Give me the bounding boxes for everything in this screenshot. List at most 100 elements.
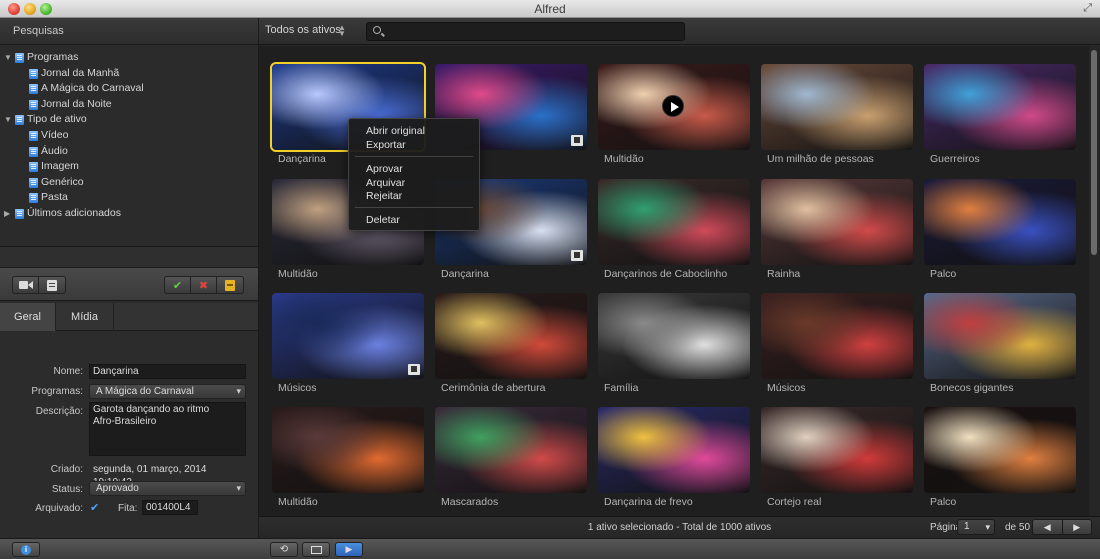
description-textarea[interactable]: Garota dançando ao ritmo Afro-Brasileiro <box>89 402 246 456</box>
tree-item-tipo-de-ativo[interactable]: ▼ Tipo de ativo <box>0 112 258 128</box>
asset-thumbnail[interactable] <box>272 293 424 379</box>
smart-folder-icon <box>15 53 24 63</box>
asset-caption: Rainha <box>767 268 801 280</box>
status-label: Status: <box>51 484 83 495</box>
smart-folder-icon <box>15 115 24 126</box>
approve-button[interactable]: ✔ <box>165 277 191 293</box>
arrow-left-icon: ◀ <box>1043 521 1051 532</box>
clip-badge-icon <box>571 250 583 261</box>
menu-item-delete[interactable]: Deletar <box>366 214 400 226</box>
view-mode-group <box>12 276 66 294</box>
archived-checkbox[interactable]: ✔ <box>90 503 100 514</box>
smart-folder-icon <box>29 177 38 188</box>
menu-separator <box>355 156 473 157</box>
tree-item-video[interactable]: Vídeo <box>0 128 258 144</box>
asset-caption: Um milhão de pessoas <box>767 153 874 165</box>
smart-folder-icon <box>29 99 38 110</box>
menu-item-export[interactable]: Exportar <box>366 139 406 151</box>
programs-label: Programas: <box>31 386 83 397</box>
smart-folder-icon <box>15 208 24 219</box>
search-tree: ▼ Programas Jornal da Manhã A Mágica do … <box>0 46 258 244</box>
screen-icon <box>310 545 322 554</box>
asset-caption: Palco <box>930 496 957 508</box>
tree-item-programas[interactable]: ▼ Programas <box>0 50 258 66</box>
tree-item-ultimos-adicionados[interactable]: ▶ Últimos adicionados <box>0 206 258 222</box>
preview-button[interactable] <box>302 542 330 557</box>
asset-thumbnail[interactable] <box>598 179 750 265</box>
smart-folder-icon <box>29 68 38 79</box>
inspector-tabs: Geral Mídia <box>0 303 258 331</box>
status-select[interactable]: Aprovado <box>89 481 246 496</box>
asset-thumbnail[interactable] <box>761 293 913 379</box>
sidebar-footer-bar <box>0 246 258 268</box>
bottom-bar: i ⟲ ▶ <box>0 538 1100 559</box>
asset-thumbnail[interactable] <box>598 64 750 150</box>
disclosure-collapsed-icon[interactable]: ▶ <box>4 206 10 222</box>
disclosure-expanded-icon[interactable]: ▼ <box>4 50 12 66</box>
tab-geral[interactable]: Geral <box>0 303 56 331</box>
menu-item-archive[interactable]: Arquivar <box>366 177 405 189</box>
asset-caption: Dançarinos de Caboclinho <box>604 268 728 280</box>
asset-thumbnail[interactable] <box>924 293 1076 379</box>
tree-item-jornal-da-manha[interactable]: Jornal da Manhã <box>0 66 258 82</box>
tree-item-pasta[interactable]: Pasta <box>0 190 258 206</box>
asset-thumbnail[interactable] <box>598 293 750 379</box>
tape-field[interactable]: 001400L4 <box>142 500 198 515</box>
menu-item-reject[interactable]: Rejeitar <box>366 190 402 202</box>
play-button[interactable]: ▶ <box>335 542 363 557</box>
info-button[interactable]: i <box>12 542 40 557</box>
programs-select[interactable]: A Mágica do Carnaval <box>89 384 246 399</box>
menu-item-approve[interactable]: Aprovar <box>366 163 403 175</box>
searches-header: Pesquisas <box>0 18 258 45</box>
asset-thumbnail[interactable] <box>924 407 1076 493</box>
asset-inspector-form: Nome: Dançarina Programas: A Mágica do C… <box>0 332 258 537</box>
asset-thumbnail[interactable] <box>761 64 913 150</box>
asset-thumbnail[interactable] <box>435 407 587 493</box>
notes-button[interactable] <box>39 277 65 293</box>
asset-thumbnail[interactable] <box>272 407 424 493</box>
next-page-button[interactable]: ▶ <box>1063 520 1092 534</box>
asset-thumbnail[interactable] <box>598 407 750 493</box>
archive-button[interactable] <box>217 277 243 293</box>
description-label: Descrição: <box>35 406 83 417</box>
tree-item-imagem[interactable]: Imagem <box>0 159 258 175</box>
menu-item-open-original[interactable]: Abrir original <box>366 125 425 137</box>
tree-item-generico[interactable]: Genérico <box>0 175 258 191</box>
grid-scrollbar[interactable] <box>1089 46 1100 516</box>
tree-item-audio[interactable]: Áudio <box>0 144 258 160</box>
context-menu: Abrir original Exportar Aprovar Arquivar… <box>348 118 480 231</box>
scrollbar-thumb[interactable] <box>1091 50 1097 255</box>
asset-caption: Músicos <box>767 382 806 394</box>
smart-folder-icon <box>29 130 38 141</box>
asset-thumbnail[interactable] <box>924 64 1076 150</box>
name-field[interactable]: Dançarina <box>89 364 246 379</box>
asset-filter-popup[interactable]: Todos os ativos <box>265 24 341 36</box>
asset-caption: Bonecos gigantes <box>930 382 1014 394</box>
title-bar: Alfred ⤢ <box>0 0 1100 18</box>
fullscreen-icon[interactable]: ⤢ <box>1083 2 1092 15</box>
asset-thumbnail[interactable] <box>924 179 1076 265</box>
asset-thumbnail[interactable] <box>761 407 913 493</box>
name-label: Nome: <box>53 366 83 377</box>
tree-item-jornal-da-noite[interactable]: Jornal da Noite <box>0 97 258 113</box>
x-mark-icon: ✖ <box>198 279 209 292</box>
smart-folder-icon <box>29 84 38 95</box>
info-icon: i <box>21 544 31 555</box>
asset-action-toolbar: ✔ ✖ <box>0 268 258 301</box>
reject-button[interactable]: ✖ <box>191 277 217 293</box>
asset-caption: Multidão <box>278 268 318 280</box>
play-icon[interactable] <box>662 95 684 117</box>
tab-midia[interactable]: Mídia <box>56 303 114 331</box>
asset-thumbnail[interactable] <box>435 293 587 379</box>
disclosure-expanded-icon[interactable]: ▼ <box>4 112 12 128</box>
search-input[interactable] <box>387 24 677 39</box>
search-box[interactable] <box>366 22 685 41</box>
previous-page-button[interactable]: ◀ <box>1033 520 1063 534</box>
sync-button[interactable]: ⟲ <box>270 542 298 557</box>
page-select[interactable]: 1 <box>957 519 995 535</box>
asset-thumbnail[interactable] <box>761 179 913 265</box>
video-camera-button[interactable] <box>13 277 39 293</box>
asset-caption: Músicos <box>278 382 317 394</box>
window-title: Alfred <box>534 2 566 16</box>
tree-item-magica-do-carnaval[interactable]: A Mágica do Carnaval <box>0 81 258 97</box>
